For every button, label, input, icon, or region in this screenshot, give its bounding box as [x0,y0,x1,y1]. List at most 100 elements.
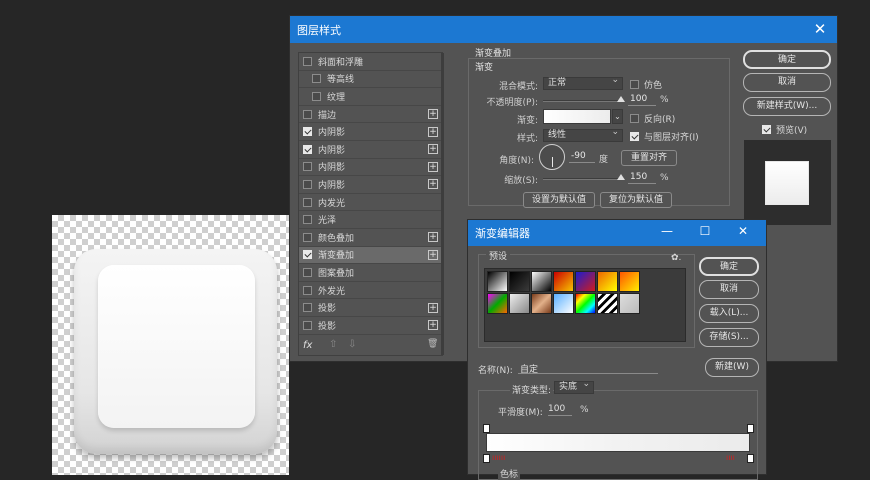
close-icon[interactable]: ✕ [736,224,750,238]
ok-button[interactable]: 确定 [743,50,831,69]
align-layer-checkbox[interactable]: 与图层对齐(I) [630,130,699,143]
gradient-preset-swatch[interactable] [509,293,530,314]
move-down-icon[interactable]: ⇩ [348,339,356,350]
cancel-button[interactable]: 取消 [743,73,831,92]
save-button[interactable]: 存储(S)... [699,328,759,347]
add-effect-icon[interactable]: + [428,249,438,260]
gradient-preset-swatch[interactable] [575,271,596,292]
new-gradient-button[interactable]: 新建(W) [705,358,759,377]
style-item[interactable]: 内阴影 + [299,159,442,177]
style-item[interactable]: 等高线 [299,71,442,89]
angle-dial[interactable] [539,144,565,170]
gradient-bar[interactable] [486,433,750,452]
style-select[interactable]: 线性 [543,127,623,142]
color-stop-right[interactable] [747,454,754,463]
style-checkbox[interactable] [303,303,312,313]
gradient-preset-swatch[interactable] [531,271,552,292]
reverse-checkbox[interactable]: 反向(R) [630,112,675,125]
angle-input[interactable]: -90 [569,151,595,163]
opacity-input[interactable]: 100 [628,94,656,106]
gradient-preset-swatch[interactable] [487,293,508,314]
style-checkbox[interactable] [303,267,312,277]
style-checkbox[interactable] [303,197,312,207]
style-checkbox[interactable] [303,232,312,242]
gradient-type-select[interactable]: 实底 [554,379,594,394]
style-item[interactable]: 描边 + [299,106,442,124]
add-effect-icon[interactable]: + [428,126,438,137]
style-checkbox[interactable] [303,179,312,189]
gradient-preset-swatch[interactable] [597,271,618,292]
gradient-preview-swatch[interactable] [543,109,611,124]
smoothness-input[interactable]: 100 [548,404,572,416]
fx-icon[interactable]: fx [303,340,312,351]
add-effect-icon[interactable]: + [428,144,438,155]
scale-slider[interactable] [543,178,621,180]
minimize-icon[interactable]: — [660,224,674,238]
style-checkbox[interactable] [303,127,312,137]
set-default-button[interactable]: 设置为默认值 [523,192,595,208]
style-item[interactable]: 光泽 [299,211,442,229]
gradient-preset-swatch[interactable] [597,293,618,314]
scale-input[interactable]: 150 [628,172,656,184]
scale-slider-thumb[interactable] [617,174,625,180]
style-item[interactable]: 投影 + [299,317,442,335]
gradient-preset-swatch[interactable] [487,271,508,292]
style-item[interactable]: 颜色叠加 + [299,229,442,247]
cancel-button[interactable]: 取消 [699,280,759,299]
style-item[interactable]: 纹理 [299,88,442,106]
style-checkbox[interactable] [303,320,312,330]
style-item[interactable]: 内阴影 + [299,141,442,159]
gradient-preset-swatch[interactable] [509,271,530,292]
gradient-preset-swatch[interactable] [553,293,574,314]
load-button[interactable]: 载入(L)... [699,304,759,323]
reset-alignment-button[interactable]: 重置对齐 [621,150,677,166]
style-checkbox[interactable] [312,74,321,84]
style-list-scrollbar[interactable] [441,53,444,355]
gradient-preset-swatch[interactable] [619,293,640,314]
gradient-preset-swatch[interactable] [619,271,640,292]
blend-mode-select[interactable]: 正常 [543,75,623,90]
style-checkbox[interactable] [303,250,312,260]
opacity-stop-right[interactable] [747,424,754,433]
add-effect-icon[interactable]: + [428,232,438,243]
style-checkbox[interactable] [303,162,312,172]
style-checkbox[interactable] [303,56,312,66]
add-effect-icon[interactable]: + [428,179,438,190]
add-effect-icon[interactable]: + [428,161,438,172]
style-checkbox[interactable] [303,215,312,225]
opacity-stop-left[interactable] [483,424,490,433]
gradient-preset-swatch[interactable] [531,293,552,314]
style-item[interactable]: 斜面和浮雕 [299,53,442,71]
style-item[interactable]: 内阴影 + [299,176,442,194]
move-up-icon[interactable]: ⇧ [329,339,337,350]
opacity-slider-thumb[interactable] [617,96,625,102]
style-item[interactable]: 内阴影 + [299,123,442,141]
add-effect-icon[interactable]: + [428,302,438,313]
color-stop-left[interactable] [483,454,490,463]
maximize-icon[interactable]: ☐ [698,224,712,238]
style-item[interactable]: 投影 + [299,299,442,317]
new-style-button[interactable]: 新建样式(W)... [743,97,831,116]
gradient-preset-swatch[interactable] [575,293,596,314]
preview-checkbox[interactable]: 预览(V) [762,123,807,136]
add-effect-icon[interactable]: + [428,109,438,120]
gradient-preset-swatch[interactable] [553,271,574,292]
close-icon[interactable]: ✕ [813,21,827,37]
style-checkbox[interactable] [312,91,321,101]
gear-icon[interactable]: ✿. [671,253,681,263]
dither-checkbox[interactable]: 仿色 [630,78,662,91]
style-checkbox[interactable] [303,285,312,295]
gradient-dropdown-icon[interactable]: ⌄ [612,109,623,124]
style-checkbox[interactable] [303,109,312,119]
add-effect-icon[interactable]: + [428,320,438,331]
name-input[interactable]: 自定 [518,362,658,375]
style-item[interactable]: 渐变叠加 + [299,246,442,265]
style-item[interactable]: 外发光 [299,282,442,300]
style-item[interactable]: 内发光 [299,194,442,212]
opacity-slider[interactable] [543,100,621,102]
ok-button[interactable]: 确定 [699,257,759,276]
style-item[interactable]: 图案叠加 [299,264,442,282]
reset-default-button[interactable]: 复位为默认值 [600,192,672,208]
trash-icon[interactable]: 🗑 [427,339,438,349]
style-checkbox[interactable] [303,144,312,154]
